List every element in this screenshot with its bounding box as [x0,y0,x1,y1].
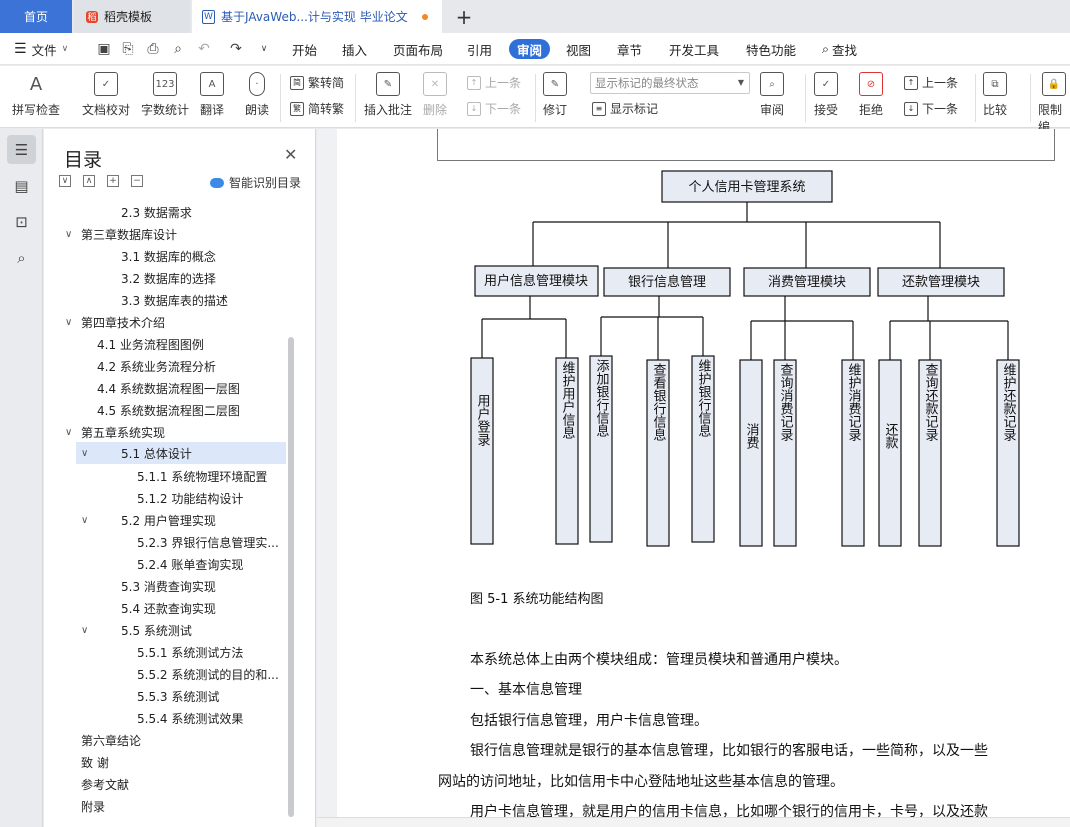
diagram-leaf-label: 维护银行信息 [696,359,712,437]
diagram-module-label: 消费管理模块 [768,275,846,290]
diagram-leaf-label: 查询消费记录 [778,363,794,441]
diagram-leaf-label: 添加银行信息 [594,359,610,437]
function-structure-diagram: 个人信用卡管理系统 用户信息管理模块 银行信息管理 消费管理模块 还款管理模块 … [470,170,1020,547]
diagram-leaf-label: 维护用户信息 [560,361,576,439]
paragraph: 银行信息管理就是银行的基本信息管理，比如银行的客服电话，一些简称，以及一些 [470,743,988,759]
paragraph: 本系统总体上由两个模块组成：管理员模块和普通用户模块。 [470,652,848,668]
diagram-leaf-label: 维护消费记录 [846,363,862,441]
diagram-module-label: 还款管理模块 [902,275,980,290]
paragraph: 一、基本信息管理 [470,682,582,698]
diagram-leaf-box [739,359,763,547]
paragraph: 包括银行信息管理，用户卡信息管理。 [470,713,708,729]
diagram-module-label: 用户信息管理模块 [484,273,588,289]
paragraph: 网站的访问地址，比如信用卡中心登陆地址这些基本信息的管理。 [438,774,844,790]
figure-caption: 图 5-1 系统功能结构图 [470,592,604,607]
horizontal-scrollbar[interactable] [317,817,1070,827]
diagram-module-label: 银行信息管理 [628,274,706,290]
diagram-leaf-label: 查询还款记录 [923,363,939,441]
diagram-root-label: 个人信用卡管理系统 [688,180,805,195]
diagram-leaf-label: 维护还款记录 [1001,363,1017,441]
diagram-leaf-box [470,357,494,545]
diagram-leaf-label: 用户登录 [475,394,491,446]
diagram-leaf-box [878,359,902,547]
diagram-leaf-label: 查看银行信息 [651,363,667,441]
diagram-leaf-label: 还款 [883,423,899,449]
diagram-leaf-label: 消费 [744,423,760,449]
